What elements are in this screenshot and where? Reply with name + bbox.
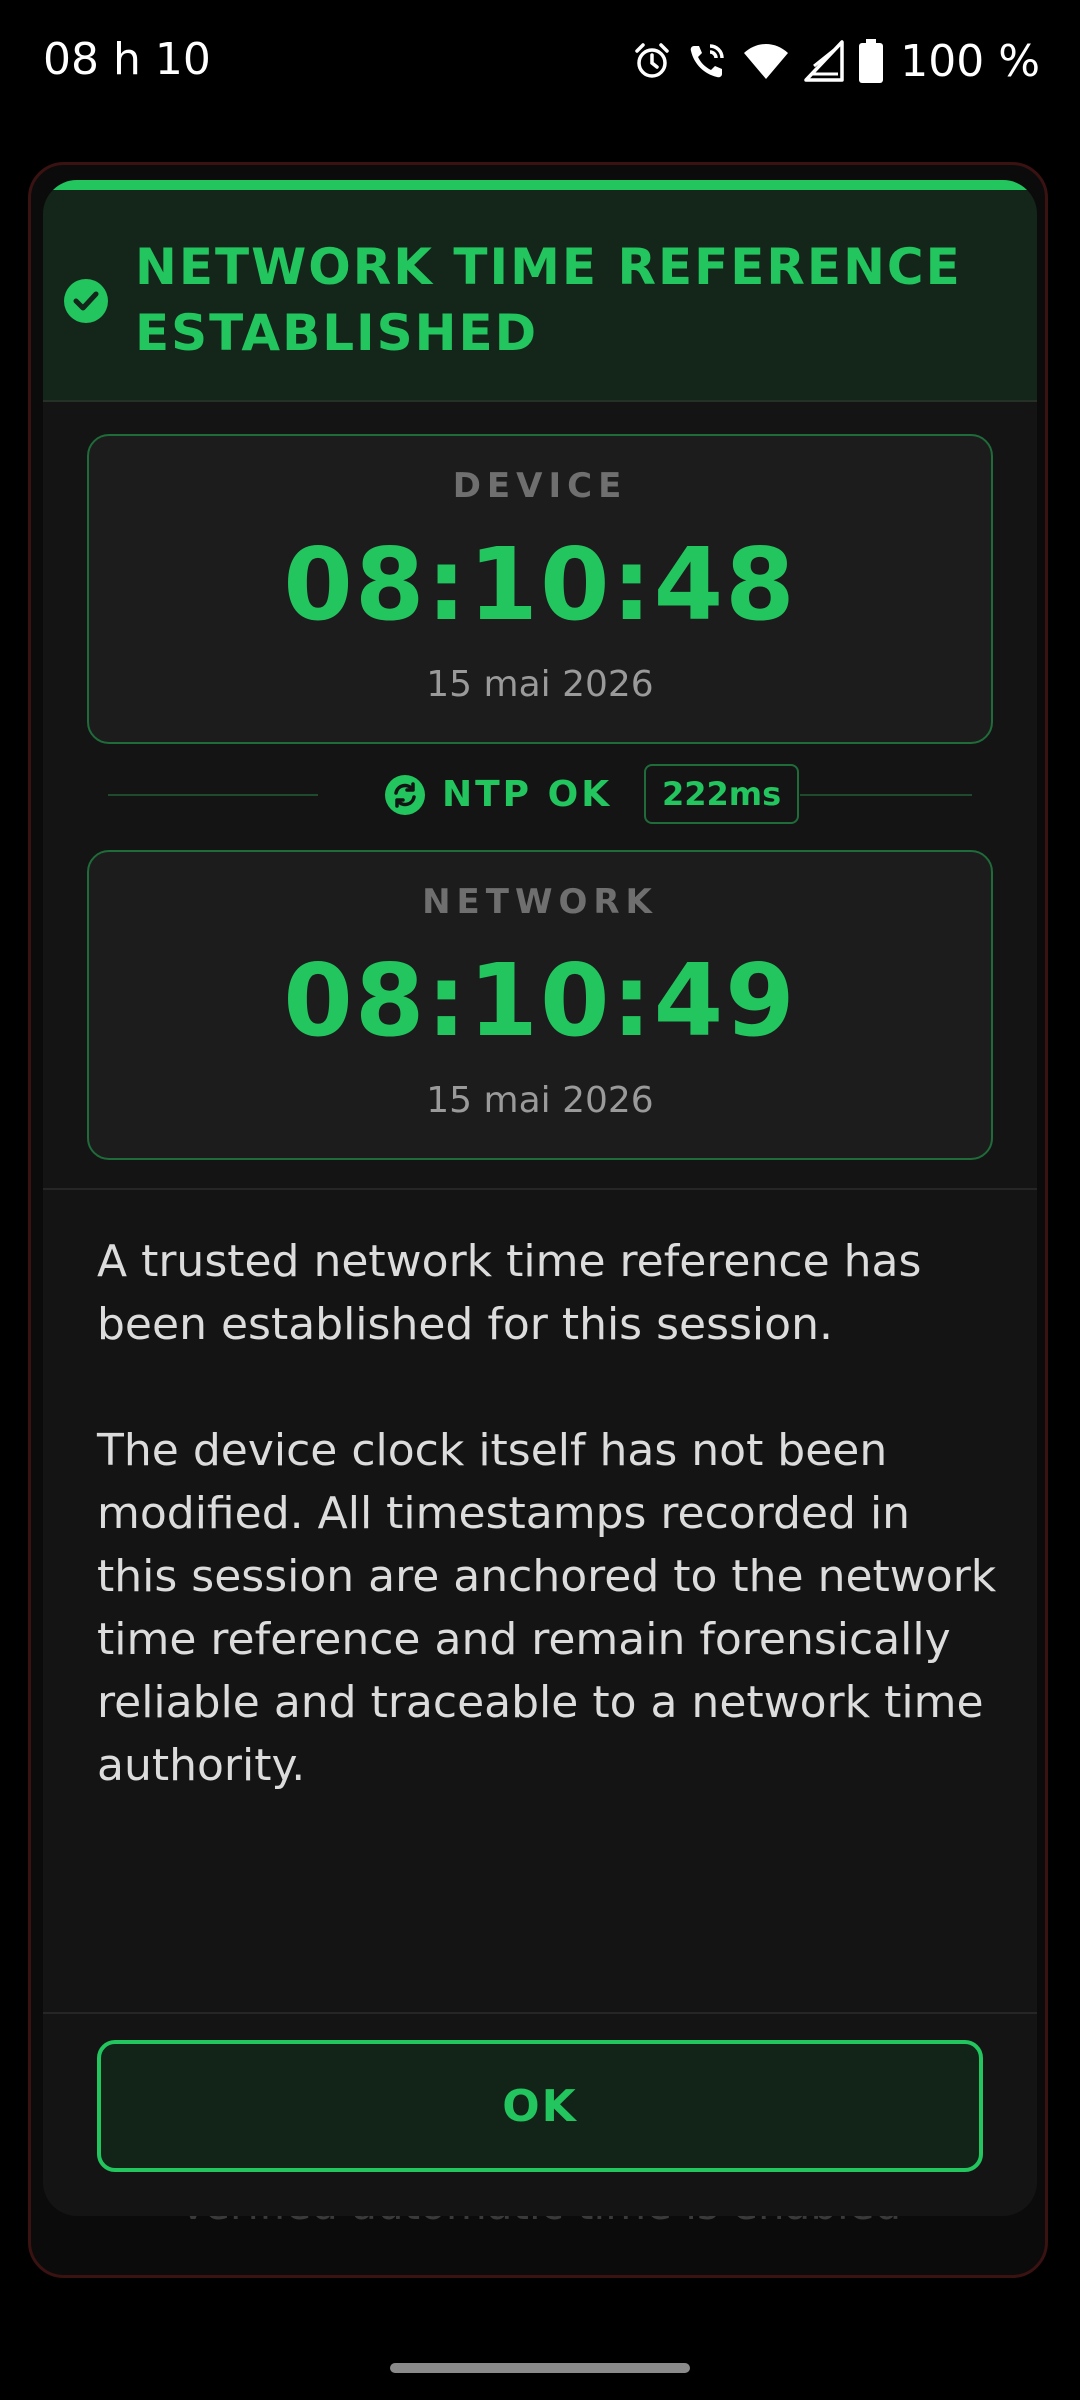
signal-icon bbox=[804, 40, 844, 82]
dialog-header: NETWORK TIME REFERENCE ESTABLISHED bbox=[43, 190, 1037, 402]
divider-line-left bbox=[108, 794, 318, 796]
message-paragraph-1: A trusted network time reference has bee… bbox=[97, 1236, 922, 1350]
section-divider bbox=[43, 1188, 1037, 1190]
network-time: 08:10:49 bbox=[283, 942, 797, 1059]
ok-button[interactable]: OK bbox=[97, 2040, 983, 2172]
battery-icon bbox=[858, 39, 884, 83]
alarm-icon bbox=[632, 41, 672, 81]
dialog-message: A trusted network time reference has bee… bbox=[97, 1230, 997, 1797]
status-icons: 100 % bbox=[632, 35, 1040, 87]
check-circle-icon bbox=[63, 278, 109, 324]
sync-icon bbox=[384, 774, 426, 816]
home-indicator[interactable] bbox=[390, 2363, 690, 2373]
ntp-status-row: NTP OK 222ms bbox=[108, 764, 974, 824]
wifi-icon bbox=[742, 41, 790, 81]
footer-divider bbox=[43, 2012, 1037, 2014]
device-time: 08:10:48 bbox=[283, 526, 797, 643]
device-label: DEVICE bbox=[452, 466, 628, 506]
status-bar: 08 h 10 100 % bbox=[0, 0, 1080, 124]
divider-line-right bbox=[800, 794, 972, 796]
wifi-calling-icon bbox=[686, 40, 728, 82]
message-paragraph-2: The device clock itself has not been mod… bbox=[97, 1425, 997, 1791]
network-label: NETWORK bbox=[422, 882, 658, 922]
network-time-card: NETWORK 08:10:49 15 mai 2026 bbox=[87, 850, 993, 1160]
dialog-accent-bar bbox=[43, 180, 1037, 190]
network-date: 15 mai 2026 bbox=[426, 1080, 654, 1121]
dialog-title: NETWORK TIME REFERENCE ESTABLISHED bbox=[135, 238, 962, 362]
battery-percentage: 100 % bbox=[900, 35, 1040, 87]
device-time-card: DEVICE 08:10:48 15 mai 2026 bbox=[87, 434, 993, 744]
time-reference-dialog: NETWORK TIME REFERENCE ESTABLISHED DEVIC… bbox=[43, 180, 1037, 2216]
device-date: 15 mai 2026 bbox=[426, 664, 654, 705]
status-time: 08 h 10 bbox=[43, 34, 211, 85]
latency-badge: 222ms bbox=[644, 764, 800, 824]
ntp-status-text: NTP OK bbox=[442, 774, 613, 815]
